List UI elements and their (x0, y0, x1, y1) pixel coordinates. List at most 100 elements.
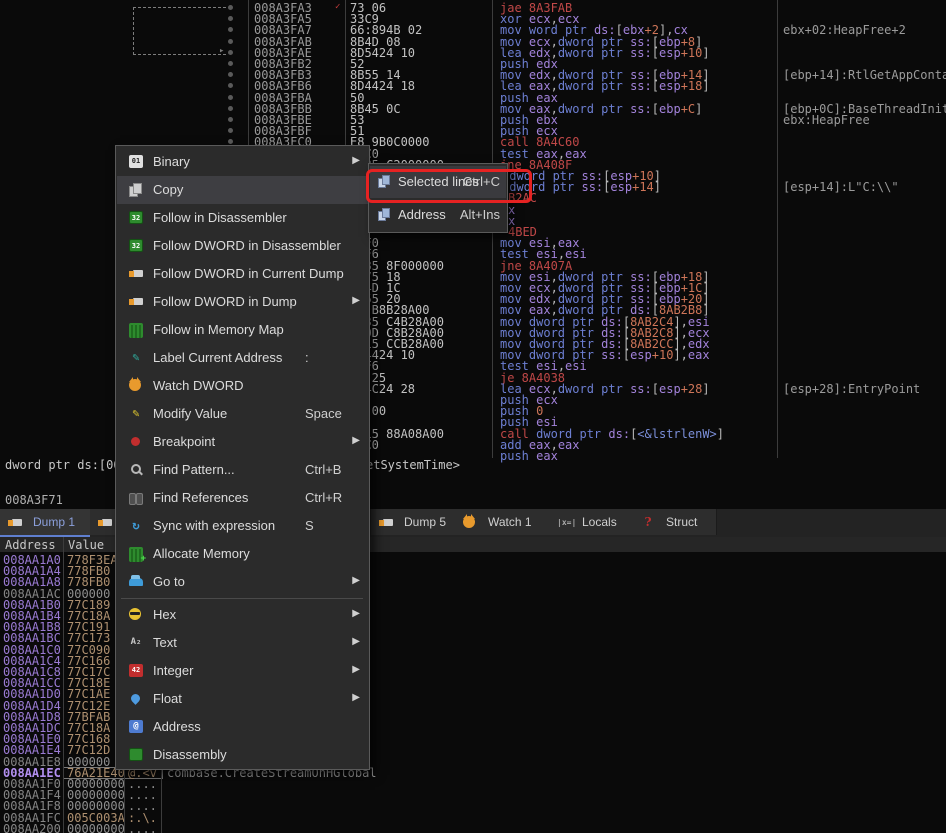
car-icon (129, 578, 143, 586)
tab-struct[interactable]: ?Struct (633, 509, 717, 535)
breakpoint-dot-icon[interactable] (228, 50, 233, 55)
binary-icon: 01 (129, 155, 143, 168)
menu-item-label: Address (153, 719, 201, 734)
menu-item-copy[interactable]: Copy (117, 176, 368, 204)
truck-icon (8, 516, 22, 529)
dump-value: 00000000 (67, 823, 125, 833)
disasm-row[interactable]: 008A3FBE53push ebxebx:HeapFree (0, 114, 946, 126)
menu-item-label: Sync with expression (153, 518, 275, 533)
menu-item-label: Modify Value (153, 406, 227, 421)
annotation-highlight-box (366, 169, 532, 203)
cat-icon (129, 379, 141, 391)
breakpoint-dot-icon[interactable] (228, 72, 233, 77)
submenu-arrow-icon: ▶ (352, 575, 360, 586)
binoculars-icon (129, 491, 143, 504)
menu-item-follow-dword-in-disassembler[interactable]: 32Follow DWORD in Disassembler (117, 232, 368, 260)
breakpoint-dot-icon[interactable] (228, 139, 233, 144)
ram-icon (129, 323, 143, 338)
tab-dump-1[interactable]: Dump 1 (0, 509, 91, 535)
menu-item-label: Watch DWORD (153, 378, 244, 393)
breakpoint-dot-icon[interactable] (228, 106, 233, 111)
disasm-row[interactable]: 008A3FBF51push ecx (0, 125, 946, 137)
instruction-token: push (500, 449, 536, 463)
current-address-line: 008A3F71 (5, 493, 63, 507)
breakpoint-dot-icon[interactable] (228, 5, 233, 10)
pencil-teal-icon: ✎ (129, 351, 143, 364)
disasm-comment: [esp+14]:L"C:\\" (783, 181, 899, 193)
menu-item-shortcut: Space (305, 406, 342, 421)
tab-locals[interactable]: |x=|Locals (549, 509, 634, 535)
menu-item-label: Disassembly (153, 747, 227, 762)
pencil-yellow-icon: ✎ (129, 407, 143, 420)
breakpoint-dot-icon[interactable] (228, 95, 233, 100)
submenu-item-address[interactable]: Address Alt+Ins (370, 199, 506, 231)
menu-item-label: Breakpoint (153, 434, 215, 449)
menu-item-binary[interactable]: 01Binary▶ (117, 148, 368, 176)
menu-item-label: Follow DWORD in Dump (153, 294, 297, 309)
ram-plus-icon (129, 547, 143, 562)
truck-icon (129, 295, 143, 308)
menu-item-follow-in-disassembler[interactable]: 32 Follow in Disassembler (117, 204, 368, 232)
dump-row[interactable]: 008AA20000000000.... (0, 823, 946, 833)
badge42-icon: 42 (129, 664, 143, 677)
chip32-icon: 32 (129, 211, 143, 224)
menu-separator (121, 598, 363, 599)
menu-item-breakpoint[interactable]: Breakpoint▶ (117, 428, 368, 456)
menu-item-shortcut: S (305, 518, 314, 533)
tab-dump-partial[interactable] (90, 509, 116, 535)
breakpoint-dot-icon[interactable] (228, 27, 233, 32)
menu-item-allocate-memory[interactable]: Allocate Memory (117, 540, 368, 568)
submenu-item-label: Address (398, 207, 446, 222)
menu-item-integer[interactable]: 42Integer▶ (117, 657, 368, 685)
menu-item-text[interactable]: A₂Text▶ (117, 629, 368, 657)
menu-item-find-pattern[interactable]: Find Pattern...Ctrl+B (117, 456, 368, 484)
truck-icon (129, 267, 143, 280)
menu-item-label-current-address[interactable]: ✎Label Current Address: (117, 344, 368, 372)
menu-item-follow-in-memory-map[interactable]: Follow in Memory Map (117, 316, 368, 344)
breakpoint-dot-icon[interactable] (228, 117, 233, 122)
menu-item-sync-with-expression[interactable]: ↻ Sync with expression S (117, 512, 368, 540)
drop-icon (129, 692, 142, 705)
menu-item-go-to[interactable]: Go to▶ (117, 568, 368, 596)
menu-item-float[interactable]: Float▶ (117, 685, 368, 713)
breakpoint-dot-icon[interactable] (228, 39, 233, 44)
tab-label: Struct (666, 509, 697, 535)
menu-item-label: Allocate Memory (153, 546, 250, 561)
menu-item-label: Follow DWORD in Disassembler (153, 238, 341, 253)
disasm-row[interactable]: 008A3FB38B55 14mov edx,dword ptr ss:[ebp… (0, 69, 946, 81)
menu-item-follow-dword-in-dump[interactable]: Follow DWORD in Dump▶ (117, 288, 368, 316)
menu-item-hex[interactable]: Hex▶ (117, 601, 368, 629)
breakpoint-dot-icon[interactable] (228, 83, 233, 88)
menu-item-modify-value[interactable]: ✎ Modify Value Space (117, 400, 368, 428)
breakpoint-dot-icon[interactable] (228, 61, 233, 66)
locals-icon: |x=| (557, 516, 571, 529)
submenu-arrow-icon: ▶ (352, 155, 360, 166)
menu-item-label: Follow DWORD in Current Dump (153, 266, 344, 281)
tab-label: Watch 1 (488, 509, 532, 535)
cat-icon (463, 516, 475, 528)
jump-arrow-bracket (133, 7, 226, 55)
info-line-left: dword ptr ds:[00 (5, 458, 121, 472)
instruction-token: eax (536, 449, 558, 463)
menu-item-disassembly[interactable]: Disassembly (117, 741, 368, 769)
menu-item-label: Follow in Disassembler (153, 210, 287, 225)
truck-icon (379, 516, 393, 529)
menu-item-watch-dword[interactable]: Watch DWORD (117, 372, 368, 400)
menu-item-follow-dword-in-current-dump[interactable]: Follow DWORD in Current Dump (117, 260, 368, 288)
submenu-arrow-icon: ▶ (352, 664, 360, 675)
x64dbg-window: ▸ 008A3FA3✓73 06jae 8A3FAB008A3FA533C9xo… (0, 0, 946, 833)
dump-header-address: Address (5, 538, 56, 552)
disasm-row[interactable]: 008A3FB68D4424 18lea eax,dword ptr ss:[e… (0, 80, 946, 92)
menu-item-label: Copy (153, 182, 183, 197)
sync-icon: ↻ (129, 519, 143, 532)
tab-dump-5[interactable]: Dump 5 (371, 509, 456, 535)
breakpoint-dot-icon[interactable] (228, 16, 233, 21)
a2-icon: A₂ (129, 636, 143, 649)
smiley-icon (129, 608, 141, 620)
menu-item-find-references[interactable]: Find ReferencesCtrl+R (117, 484, 368, 512)
menu-item-address[interactable]: @Address (117, 713, 368, 741)
breakpoint-dot-icon[interactable] (228, 128, 233, 133)
tab-watch-1[interactable]: Watch 1 (455, 509, 550, 535)
menu-item-shortcut: Ctrl+R (305, 490, 342, 505)
submenu-item-shortcut: Alt+Ins (460, 207, 500, 222)
